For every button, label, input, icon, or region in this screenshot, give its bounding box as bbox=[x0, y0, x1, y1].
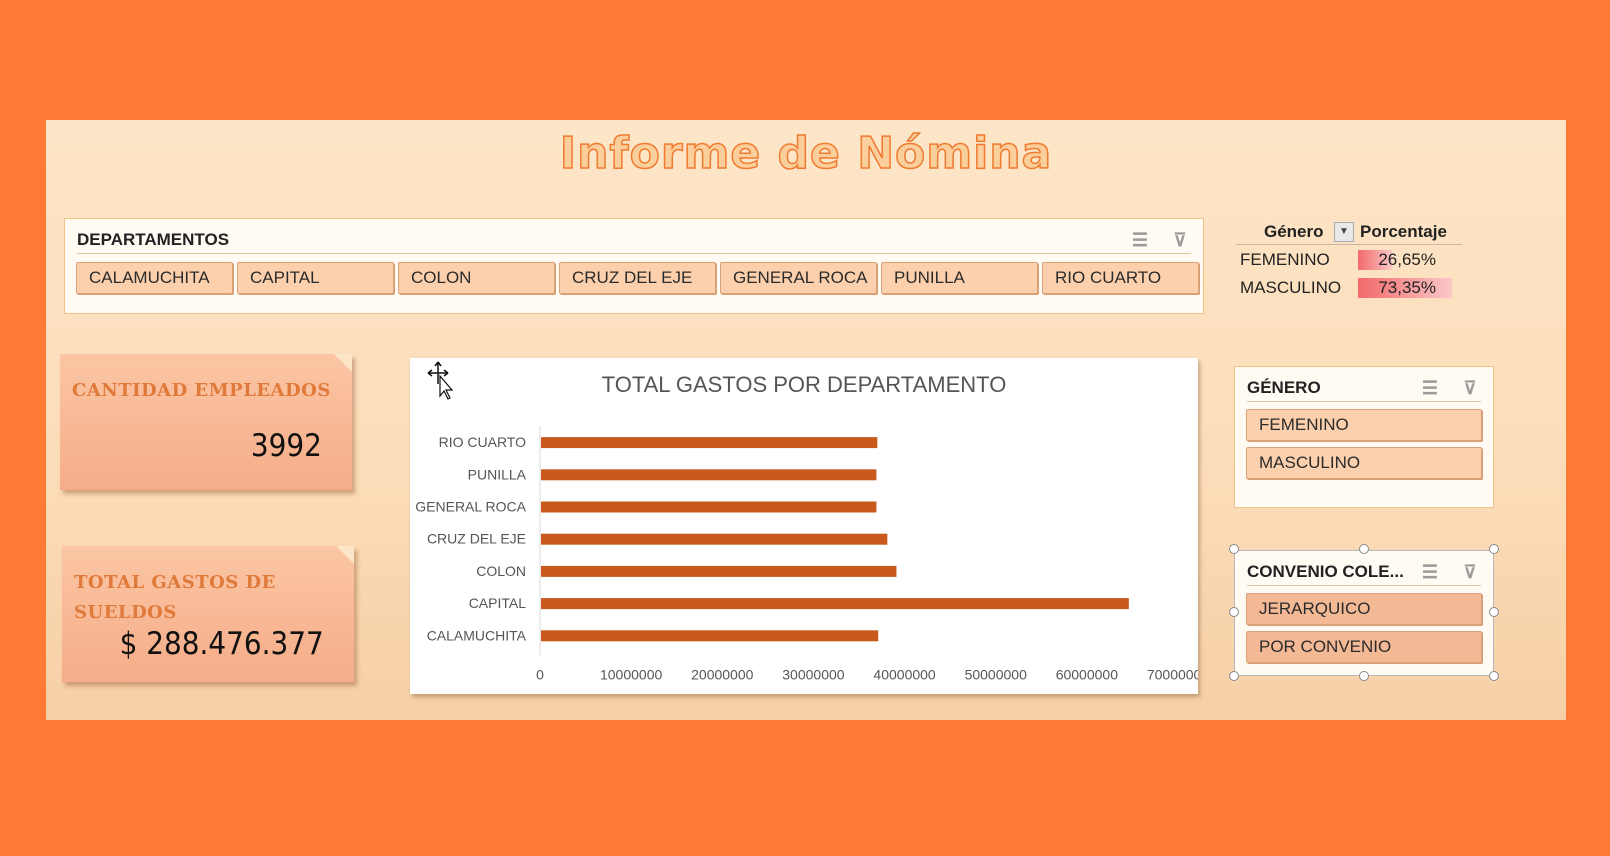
page-title: Informe de Nómina bbox=[559, 127, 1053, 180]
y-tick-label: PUNILLA bbox=[468, 466, 527, 482]
pivot-row-label: MASCULINO bbox=[1240, 278, 1342, 297]
slicer-item-rio-cuarto[interactable]: RIO CUARTO bbox=[1042, 262, 1199, 294]
y-tick-label: CRUZ DEL EJE bbox=[427, 531, 526, 547]
resize-handle[interactable] bbox=[1359, 544, 1369, 554]
bar-general-roca[interactable] bbox=[541, 501, 877, 513]
bar-calamuchita[interactable] bbox=[541, 630, 879, 642]
slicer-item-general-roca[interactable]: GENERAL ROCA bbox=[720, 262, 877, 294]
resize-handle[interactable] bbox=[1229, 671, 1239, 681]
resize-handle[interactable] bbox=[1489, 671, 1499, 681]
percentage-databar: 26,65% bbox=[1358, 250, 1454, 270]
genero-pivot-table: Género ▼ Porcentaje FEMENINO 26,65% MASC… bbox=[1236, 220, 1476, 320]
slicer-item-femenino[interactable]: FEMENINO bbox=[1246, 409, 1482, 441]
bar-rio-cuarto[interactable] bbox=[541, 437, 878, 449]
pivot-row-masculino: MASCULINO 73,35% bbox=[1236, 276, 1462, 300]
departamentos-slicer-title: DEPARTAMENTOS bbox=[77, 230, 230, 249]
genero-slicer-title: GÉNERO bbox=[1247, 378, 1321, 397]
bar-capital[interactable] bbox=[541, 598, 1129, 610]
y-tick-label: RIO CUARTO bbox=[439, 434, 526, 450]
clear-filter-icon[interactable]: ⊽ bbox=[1459, 562, 1481, 582]
move-cursor-icon bbox=[427, 361, 454, 400]
cantidad-empleados-card: CANTIDAD EMPLEADOS 3992 bbox=[60, 354, 352, 490]
dashboard-sheet: Informe de Nómina DEPARTAMENTOS ☰ ⊽ CALA… bbox=[46, 120, 1566, 720]
pivot-col-porcentaje: Porcentaje bbox=[1360, 222, 1447, 241]
x-tick-label: 30000000 bbox=[782, 666, 845, 682]
multi-select-icon[interactable]: ☰ bbox=[1419, 562, 1441, 582]
slicer-item-capital[interactable]: CAPITAL bbox=[237, 262, 394, 294]
x-tick-label: 20000000 bbox=[691, 666, 754, 682]
genero-slicer-header: GÉNERO ☰ ⊽ bbox=[1247, 375, 1481, 402]
empleados-value: 3992 bbox=[250, 428, 322, 464]
pivot-col-genero: Género bbox=[1264, 222, 1324, 241]
gastos-value: $ 288.476.377 bbox=[119, 626, 324, 662]
departamentos-slicer: DEPARTAMENTOS ☰ ⊽ CALAMUCHITA CAPITAL CO… bbox=[64, 218, 1204, 314]
x-tick-label: 50000000 bbox=[965, 666, 1028, 682]
total-gastos-card: TOTAL GASTOS DE SUELDOS $ 288.476.377 bbox=[62, 546, 354, 682]
y-tick-label: CAPITAL bbox=[469, 595, 527, 611]
resize-handle[interactable] bbox=[1489, 544, 1499, 554]
slicer-item-masculino[interactable]: MASCULINO bbox=[1246, 447, 1482, 479]
x-tick-label: 0 bbox=[536, 666, 544, 682]
slicer-item-colon[interactable]: COLON bbox=[398, 262, 555, 294]
chart-plot: CALAMUCHITA CAPITAL COLON CRUZ DEL EJE GENER… bbox=[415, 426, 1198, 682]
resize-handle[interactable] bbox=[1359, 671, 1369, 681]
convenio-slicer[interactable]: CONVENIO COLE... ☰ ⊽ JERARQUICO POR CONV… bbox=[1234, 550, 1494, 676]
resize-handle[interactable] bbox=[1229, 544, 1239, 554]
total-gastos-chart[interactable]: TOTAL GASTOS POR DEPARTAMENTO CALAMUCHIT… bbox=[410, 358, 1198, 694]
card-title: TOTAL GASTOS DE SUELDOS bbox=[74, 572, 276, 623]
y-tick-label: GENERAL ROCA bbox=[415, 499, 526, 515]
multi-select-icon[interactable]: ☰ bbox=[1419, 378, 1441, 398]
bar-punilla[interactable] bbox=[541, 469, 877, 481]
card-title: CANTIDAD EMPLEADOS bbox=[72, 380, 331, 401]
pivot-row-femenino: FEMENINO 26,65% bbox=[1236, 248, 1462, 272]
bar-cruz-del-eje[interactable] bbox=[541, 533, 888, 545]
multi-select-icon[interactable]: ☰ bbox=[1129, 230, 1151, 250]
slicer-item-jerarquico[interactable]: JERARQUICO bbox=[1246, 593, 1482, 625]
clear-filter-icon[interactable]: ⊽ bbox=[1169, 230, 1191, 250]
convenio-slicer-title: CONVENIO COLE... bbox=[1247, 562, 1404, 581]
percentage-databar: 73,35% bbox=[1358, 278, 1454, 298]
convenio-slicer-header: CONVENIO COLE... ☰ ⊽ bbox=[1247, 559, 1481, 586]
resize-handle[interactable] bbox=[1229, 607, 1239, 617]
slicer-item-punilla[interactable]: PUNILLA bbox=[881, 262, 1038, 294]
x-tick-label: 60000000 bbox=[1056, 666, 1119, 682]
filter-dropdown-icon[interactable]: ▼ bbox=[1334, 222, 1354, 242]
slicer-item-por-convenio[interactable]: POR CONVENIO bbox=[1246, 631, 1482, 663]
pivot-row-label: FEMENINO bbox=[1240, 250, 1330, 269]
y-tick-label: CALAMUCHITA bbox=[427, 627, 527, 643]
x-tick-label: 40000000 bbox=[873, 666, 936, 682]
slicer-item-calamuchita[interactable]: CALAMUCHITA bbox=[76, 262, 233, 294]
pivot-row-value: 26,65% bbox=[1378, 250, 1436, 269]
bar-colon[interactable] bbox=[541, 565, 897, 577]
clear-filter-icon[interactable]: ⊽ bbox=[1459, 378, 1481, 398]
y-tick-label: COLON bbox=[476, 563, 526, 579]
x-tick-label: 10000000 bbox=[600, 666, 663, 682]
x-tick-label: 70000000 bbox=[1147, 666, 1198, 682]
slicer-item-cruz-del-eje[interactable]: CRUZ DEL EJE bbox=[559, 262, 716, 294]
resize-handle[interactable] bbox=[1489, 607, 1499, 617]
pivot-row-value: 73,35% bbox=[1378, 278, 1436, 297]
genero-slicer: GÉNERO ☰ ⊽ FEMENINO MASCULINO bbox=[1234, 366, 1494, 508]
pivot-header-row: Género ▼ Porcentaje bbox=[1236, 220, 1462, 245]
departamentos-slicer-header: DEPARTAMENTOS ☰ ⊽ bbox=[77, 227, 1191, 254]
